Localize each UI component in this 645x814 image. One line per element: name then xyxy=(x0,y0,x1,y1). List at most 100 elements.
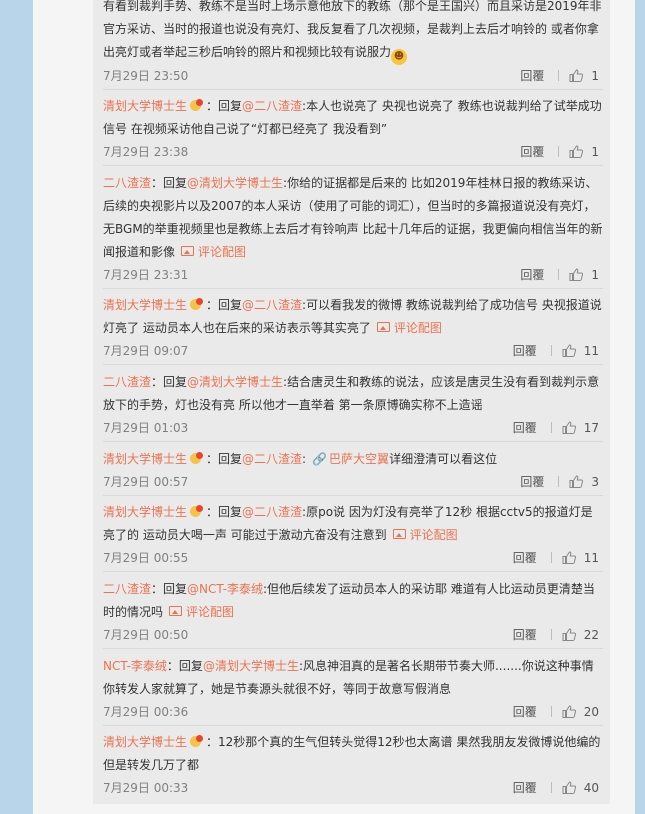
vip-badge-icon xyxy=(190,452,204,464)
reply-button[interactable]: 回覆 xyxy=(520,69,544,83)
divider xyxy=(558,269,560,280)
image-icon xyxy=(392,529,406,539)
mention-link[interactable]: @二八渣渣 xyxy=(242,452,302,466)
thumbs-up-icon[interactable] xyxy=(569,475,584,488)
comment-text: NCT-李泰绒：回复@清划大学博士生:风息神泪真的是著名长期带节奏大师.....… xyxy=(103,655,603,701)
comment-meta: 7月29日 09:07 回覆 11 xyxy=(103,340,603,364)
comment-body: 有看到裁判手势、教练不是当时上场示意他放下的教练（那个是王国兴）而且采访是201… xyxy=(103,0,602,59)
reply-button[interactable]: 回覆 xyxy=(520,145,544,159)
like-count: 11 xyxy=(583,344,599,358)
mention-link[interactable]: @清划大学博士生 xyxy=(187,176,283,190)
thumbs-up-icon[interactable] xyxy=(562,344,576,357)
thumbs-up-icon[interactable] xyxy=(562,781,576,794)
comment-item: 有看到裁判手势、教练不是当时上场示意他放下的教练（那个是王国兴）而且采访是201… xyxy=(103,0,603,90)
reply-button[interactable]: 回覆 xyxy=(513,551,537,565)
thumbs-up-icon[interactable] xyxy=(569,69,584,82)
comment-time: 7月29日 09:07 xyxy=(103,344,189,358)
mention-link[interactable]: @清划大学博士生 xyxy=(203,659,299,673)
comment-author-link[interactable]: 清划大学博士生 xyxy=(103,452,187,466)
comment-image-label: 评论配图 xyxy=(393,321,442,335)
comment-meta: 7月29日 00:36 回覆 20 xyxy=(103,701,603,725)
comment-author-link[interactable]: 清划大学博士生 xyxy=(103,505,187,519)
mention-link[interactable]: @二八渣渣 xyxy=(242,298,302,312)
comment-item: 二八渣渣：回复@清划大学博士生:你给的证据都是后来的 比如2019年桂林日报的教… xyxy=(103,172,603,289)
comment-item: 二八渣渣：回复@NCT-李泰绒:但他后续发了运动员本人的采访耶 难道有人比运动员… xyxy=(103,578,603,649)
comment-item: 清划大学博士生 ：回复@二八渣渣:原po说 因为灯没有亮举了12秒 根据cctv5… xyxy=(103,501,603,572)
comment-item: 二八渣渣：回复@清划大学博士生:结合唐灵生和教练的说法，应该是唐灵生没有看到裁判… xyxy=(103,371,603,442)
reply-prefix: ：回复 xyxy=(206,452,243,466)
comment-text: 有看到裁判手势、教练不是当时上场示意他放下的教练（那个是王国兴）而且采访是201… xyxy=(103,0,603,65)
divider xyxy=(558,476,560,487)
thumbs-up-icon[interactable] xyxy=(569,145,584,158)
comment-image-link[interactable]: 评论配图 xyxy=(392,528,458,542)
reply-prefix: ：回复 xyxy=(151,176,188,190)
comment-time: 7月29日 00:36 xyxy=(103,705,189,719)
reply-button[interactable]: 回覆 xyxy=(520,475,544,489)
reply-prefix: ：回复 xyxy=(206,298,243,312)
reply-button[interactable]: 回覆 xyxy=(513,628,537,642)
comment-author-link[interactable]: NCT-李泰绒 xyxy=(103,659,167,673)
reply-button[interactable]: 回覆 xyxy=(513,705,537,719)
comment-author-link[interactable]: 二八渣渣 xyxy=(103,582,151,596)
comment-meta: 7月29日 23:50 回覆 1 xyxy=(103,65,603,89)
reply-button[interactable]: 回覆 xyxy=(513,421,537,435)
mention-link[interactable]: @二八渣渣 xyxy=(242,99,302,113)
user-link[interactable]: 巴萨大空翼 xyxy=(329,452,389,466)
comment-item: 清划大学博士生 ：回复@二八渣渣:可以看我发的微博 教练说裁判给了成功信号 央视报… xyxy=(103,294,603,365)
thumbs-up-icon[interactable] xyxy=(569,268,584,281)
thumbs-up-icon[interactable] xyxy=(562,421,576,434)
comment-actions: 回覆 40 xyxy=(513,779,599,796)
reply-button[interactable]: 回覆 xyxy=(513,344,537,358)
comment-item: 清划大学博士生 ：12秒那个真的生气但转头觉得12秒也太离谱 果然我朋友发微博说他… xyxy=(103,731,603,801)
divider xyxy=(558,70,560,81)
like-count: 11 xyxy=(583,551,599,565)
comment-actions: 回覆 1 xyxy=(520,67,599,84)
vip-badge-icon xyxy=(190,99,204,111)
comment-time: 7月29日 00:50 xyxy=(103,628,189,642)
comment-time: 7月29日 00:55 xyxy=(103,551,189,565)
comment-time: 7月29日 23:38 xyxy=(103,145,189,159)
comment-meta: 7月29日 00:57 回覆 3 xyxy=(103,471,603,495)
comment-author-link[interactable]: 清划大学博士生 xyxy=(103,298,187,312)
comment-time: 7月29日 01:03 xyxy=(103,421,189,435)
comment-meta: 7月29日 00:55 回覆 11 xyxy=(103,547,603,571)
like-count: 20 xyxy=(583,705,599,719)
comment-author-link[interactable]: 二八渣渣 xyxy=(103,176,151,190)
comment-image-link[interactable]: 评论配图 xyxy=(376,321,442,335)
like-count: 1 xyxy=(591,145,599,159)
divider xyxy=(550,345,552,356)
comment-author-link[interactable]: 清划大学博士生 xyxy=(103,735,187,749)
reply-prefix: ：回复 xyxy=(151,582,188,596)
image-icon xyxy=(376,322,390,332)
divider xyxy=(550,706,552,717)
comment-actions: 回覆 1 xyxy=(520,143,599,160)
comment-item: NCT-李泰绒：回复@清划大学博士生:风息神泪真的是著名长期带节奏大师.....… xyxy=(103,655,603,726)
laughing-emoji-icon: ☻ xyxy=(391,49,408,65)
comment-item: 清划大学博士生 ：回复@二八渣渣:本人也说亮了 央视也说亮了 教练也说裁判给了试举… xyxy=(103,95,603,166)
comment-image-label: 评论配图 xyxy=(198,245,247,259)
comment-image-link[interactable]: 评论配图 xyxy=(181,245,246,259)
comment-actions: 回覆 11 xyxy=(513,549,599,566)
mention-link[interactable]: @NCT-李泰绒 xyxy=(187,582,263,596)
comment-actions: 回覆 3 xyxy=(520,473,599,490)
like-count: 1 xyxy=(591,69,599,83)
comment-body: : xyxy=(302,452,307,466)
thumbs-up-icon[interactable] xyxy=(562,705,576,718)
comment-meta: 7月29日 01:03 回覆 17 xyxy=(103,417,603,441)
reply-button[interactable]: 回覆 xyxy=(513,781,537,795)
comment-text: 二八渣渣：回复@NCT-李泰绒:但他后续发了运动员本人的采访耶 难道有人比运动员… xyxy=(103,578,603,624)
reply-button[interactable]: 回覆 xyxy=(520,268,544,282)
thumbs-up-icon[interactable] xyxy=(562,551,576,564)
mention-link[interactable]: @二八渣渣 xyxy=(242,505,302,519)
like-count: 1 xyxy=(591,268,599,282)
comment-meta: 7月29日 00:50 回覆 22 xyxy=(103,624,603,648)
link-icon: 🔗 xyxy=(312,452,328,466)
divider xyxy=(558,146,560,157)
image-icon xyxy=(169,606,183,616)
divider xyxy=(550,552,552,563)
comment-author-link[interactable]: 二八渣渣 xyxy=(103,375,151,389)
comment-author-link[interactable]: 清划大学博士生 xyxy=(103,99,187,113)
comment-image-link[interactable]: 评论配图 xyxy=(169,605,234,619)
mention-link[interactable]: @清划大学博士生 xyxy=(187,375,283,389)
thumbs-up-icon[interactable] xyxy=(562,628,576,641)
